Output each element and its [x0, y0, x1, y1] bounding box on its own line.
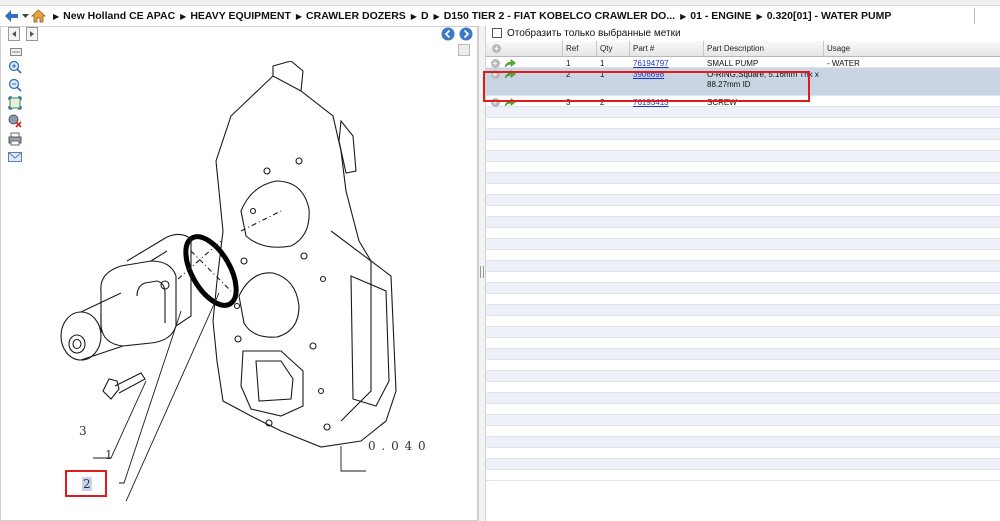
drawing-toolbar — [1, 27, 479, 41]
splitter-grip-icon[interactable] — [480, 266, 484, 278]
breadcrumb-item[interactable]: New Holland CE APAC — [53, 10, 175, 22]
zoom-out-icon[interactable] — [7, 77, 23, 93]
collapse-right-icon[interactable] — [25, 27, 39, 41]
empty-row — [486, 239, 1000, 250]
next-page-icon[interactable] — [459, 27, 473, 41]
empty-row — [486, 228, 1000, 239]
dropdown-icon[interactable] — [22, 8, 29, 24]
plus-circle-icon[interactable]: + — [488, 57, 502, 68]
empty-row — [486, 305, 1000, 316]
empty-row — [486, 459, 1000, 470]
row-usage: - WATER — [827, 59, 860, 68]
filter-bar: Отобразить только выбранные метки — [486, 26, 1000, 40]
prev-page-icon[interactable] — [441, 27, 455, 41]
column-header-description[interactable]: Part Description — [703, 41, 823, 56]
empty-row — [486, 217, 1000, 228]
breadcrumb-item-current: 0.320[01] - WATER PUMP — [757, 10, 892, 22]
empty-row — [486, 470, 1000, 481]
empty-rows — [486, 107, 1000, 481]
breadcrumb-end — [974, 8, 1000, 24]
empty-row — [486, 129, 1000, 140]
back-arrow-icon[interactable] — [4, 8, 20, 24]
empty-row — [486, 107, 1000, 118]
print-icon[interactable] — [7, 131, 23, 147]
drawing-reference-label: 0 . 0 4 0 — [368, 439, 427, 453]
breadcrumb-item[interactable]: HEAVY EQUIPMENT — [180, 10, 291, 22]
empty-row — [486, 349, 1000, 360]
breadcrumb-item[interactable]: CRAWLER DOZERS — [296, 10, 406, 22]
row-usage — [823, 96, 1000, 106]
exploded-view-drawing[interactable] — [41, 61, 441, 501]
row-ref: 1 — [566, 59, 571, 68]
empty-row — [486, 415, 1000, 426]
home-icon[interactable] — [31, 8, 46, 24]
parts-catalog-window: New Holland CE APAC HEAVY EQUIPMENT CRAW… — [0, 0, 1000, 521]
empty-row — [486, 327, 1000, 338]
show-selected-only-checkbox[interactable] — [492, 28, 502, 38]
zoom-in-icon[interactable] — [7, 59, 23, 75]
table-header: + Ref Qty Part # Part Description Usage — [486, 41, 1000, 57]
scroll-thumb[interactable] — [457, 43, 471, 57]
breadcrumb-item[interactable]: D — [411, 10, 429, 22]
empty-row — [486, 173, 1000, 184]
empty-row — [486, 316, 1000, 327]
callout-2[interactable]: 2 — [82, 477, 92, 491]
column-header-qty[interactable]: Qty — [596, 41, 629, 56]
breadcrumb: New Holland CE APAC HEAVY EQUIPMENT CRAW… — [0, 6, 1000, 26]
drawing-tools — [7, 59, 25, 167]
selected-row-highlight-box — [483, 71, 810, 102]
empty-row — [486, 140, 1000, 151]
empty-row — [486, 338, 1000, 349]
empty-row — [486, 206, 1000, 217]
empty-row — [486, 195, 1000, 206]
row-usage — [823, 68, 1000, 95]
column-header-ref[interactable]: Ref — [562, 41, 595, 56]
callout-3[interactable]: 3 — [79, 424, 87, 438]
empty-row — [486, 404, 1000, 415]
empty-row — [486, 371, 1000, 382]
breadcrumb-item[interactable]: D150 TIER 2 - FIAT KOBELCO CRAWLER DO... — [434, 10, 675, 22]
empty-row — [486, 382, 1000, 393]
table-row[interactable]: + 1 1 76194797 SMALL PUMP - WATER — [486, 57, 1000, 68]
empty-row — [486, 393, 1000, 404]
clear-selection-icon[interactable] — [7, 113, 23, 129]
go-to-arrow-icon[interactable] — [502, 57, 518, 68]
row-description: SMALL PUMP — [707, 59, 759, 68]
part-number-link[interactable]: 76194797 — [633, 59, 669, 68]
empty-row — [486, 283, 1000, 294]
column-header-usage[interactable]: Usage — [823, 41, 1000, 56]
thumbnail-icon[interactable] — [9, 45, 23, 59]
row-qty: 1 — [600, 59, 605, 68]
empty-row — [486, 184, 1000, 195]
empty-row — [486, 250, 1000, 261]
parts-table: + Ref Qty Part # Part Description Usage … — [486, 41, 1000, 481]
expand-all-icon[interactable]: + — [488, 41, 502, 56]
empty-row — [486, 426, 1000, 437]
empty-row — [486, 151, 1000, 162]
empty-row — [486, 294, 1000, 305]
empty-row — [486, 448, 1000, 459]
callout-1[interactable]: 1 — [105, 448, 113, 462]
empty-row — [486, 437, 1000, 448]
drawing-pane: 3 1 2 0 . 0 4 0 — [0, 26, 478, 521]
empty-row — [486, 360, 1000, 371]
fit-to-window-icon[interactable] — [7, 95, 23, 111]
collapse-left-icon[interactable] — [7, 27, 21, 41]
breadcrumb-item[interactable]: 01 - ENGINE — [680, 10, 751, 22]
show-selected-only-label[interactable]: Отобразить только выбранные метки — [507, 28, 681, 39]
row-part-link[interactable]: 76194797 — [629, 57, 703, 68]
email-icon[interactable] — [7, 149, 23, 165]
empty-row — [486, 118, 1000, 129]
column-header-part[interactable]: Part # — [629, 41, 703, 56]
empty-row — [486, 261, 1000, 272]
empty-row — [486, 162, 1000, 173]
empty-row — [486, 272, 1000, 283]
